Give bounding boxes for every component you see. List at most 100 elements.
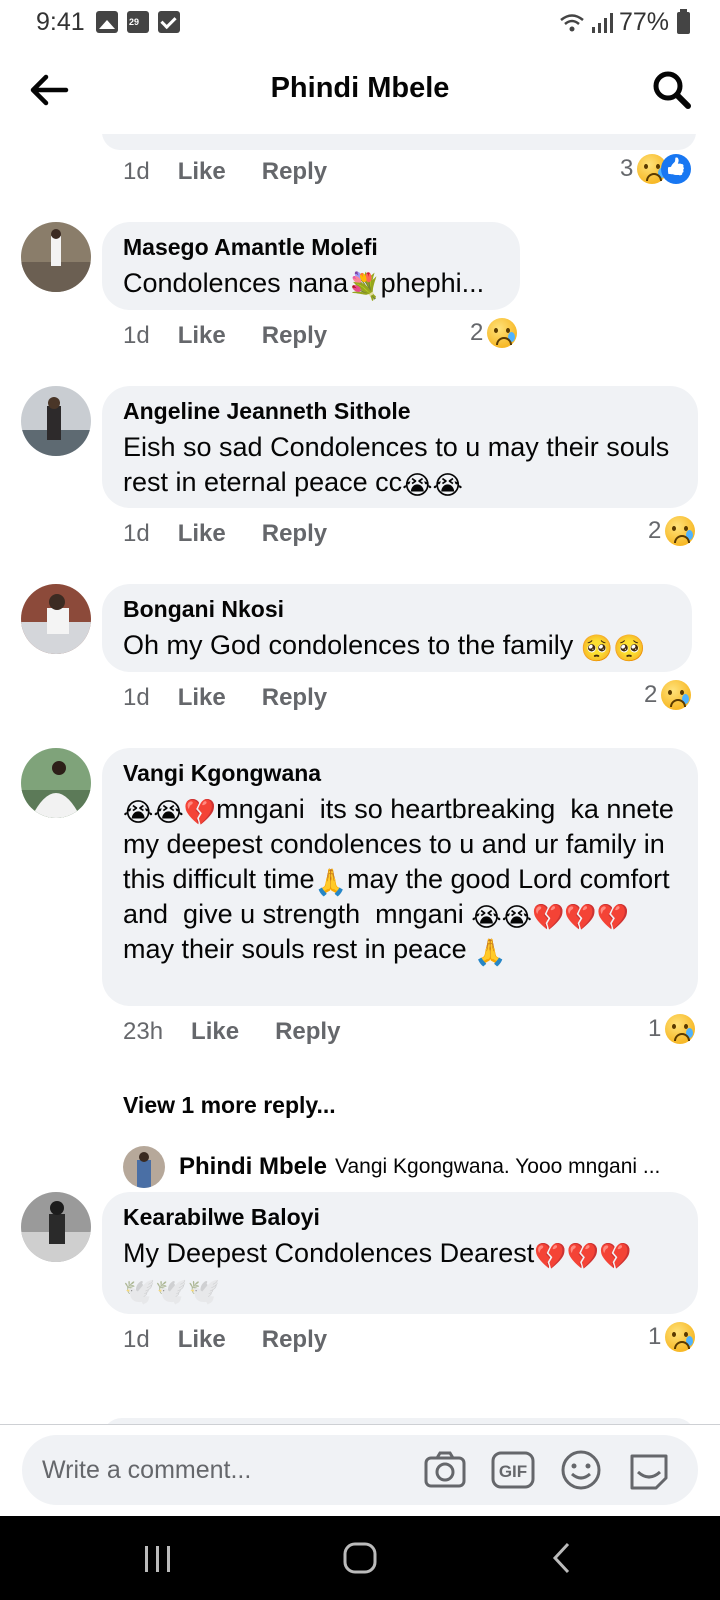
reply-button[interactable]: Reply — [262, 684, 327, 712]
recent-apps-icon — [145, 1546, 170, 1572]
reaction-number: 1 — [648, 1015, 662, 1042]
back-nav-button[interactable] — [540, 1538, 584, 1578]
like-button[interactable]: Like — [191, 1018, 239, 1046]
comment-time: 1d — [123, 322, 150, 349]
comment-bubble — [102, 134, 696, 150]
calendar-icon — [127, 11, 149, 33]
reply-button[interactable]: Reply — [262, 158, 327, 186]
like-button[interactable]: Like — [178, 520, 226, 548]
reaction-count[interactable]: 2 — [648, 516, 696, 546]
camera-icon — [424, 1451, 466, 1488]
reaction-count[interactable]: 2 — [470, 318, 518, 348]
comment-text: Condolences nana💐phephi... — [123, 268, 485, 301]
status-bar: 9:41 77% — [0, 0, 720, 46]
reaction-number: 3 — [620, 155, 634, 182]
smiley-icon — [561, 1450, 601, 1490]
comment-bubble: Vangi Kgongwana 😭😭💔mngani its so heartbr… — [102, 748, 698, 1006]
avatar[interactable] — [21, 222, 91, 292]
checkbox-icon — [158, 11, 180, 33]
reply-text: Vangi Kgongwana. Yooo mngani ... — [335, 1155, 661, 1178]
sad-reaction-icon — [487, 318, 518, 348]
comment-time: 1d — [123, 520, 150, 547]
reaction-count[interactable]: 1 — [648, 1014, 696, 1044]
reply-button[interactable]: Reply — [262, 520, 327, 548]
reaction-count[interactable]: 2 — [644, 680, 692, 710]
comment-actions: 1d Like Reply — [123, 684, 327, 712]
avatar[interactable] — [21, 584, 91, 654]
comment-bubble: Bongani Nkosi Oh my God condolences to t… — [102, 584, 692, 672]
wifi-icon — [560, 13, 584, 31]
comment-time: 1d — [123, 1326, 150, 1353]
like-reaction-icon — [661, 154, 692, 184]
comment-author[interactable]: Masego Amantle Molefi — [123, 234, 500, 260]
sad-reaction-icon — [661, 680, 692, 710]
chevron-left-icon — [552, 1542, 570, 1574]
reaction-number: 2 — [648, 517, 662, 544]
like-button[interactable]: Like — [178, 322, 226, 350]
reply-button[interactable]: Reply — [262, 322, 327, 350]
comment-actions: 1d Like Reply — [123, 322, 327, 350]
comment-text: My Deepest Condolences Dearest💔💔💔 🕊️🕊️🕊️ — [123, 1238, 632, 1306]
comment-author[interactable]: Bongani Nkosi — [123, 596, 672, 622]
svg-text:GIF: GIF — [499, 1462, 527, 1481]
home-button[interactable] — [338, 1538, 382, 1578]
search-icon — [653, 71, 691, 109]
recent-apps-button[interactable] — [136, 1538, 180, 1578]
sticker-button[interactable] — [626, 1448, 672, 1492]
comment-time: 23h — [123, 1018, 164, 1045]
gallery-icon — [96, 11, 118, 33]
comment-text: Oh my God condolences to the family 🥺🥺 — [123, 630, 646, 663]
reaction-count[interactable]: 1 — [648, 1322, 696, 1352]
camera-button[interactable] — [422, 1448, 468, 1492]
battery-icon — [677, 8, 690, 34]
reaction-number: 2 — [644, 681, 658, 708]
reaction-count[interactable]: 3 — [620, 154, 692, 184]
comment-author[interactable]: Kearabilwe Baloyi — [123, 1204, 678, 1230]
reply-button[interactable]: Reply — [262, 1326, 327, 1354]
comment-actions: 1d Like Reply — [123, 1326, 327, 1354]
battery-percent: 77% — [618, 8, 669, 36]
avatar[interactable] — [123, 1146, 165, 1188]
app-header: Phindi Mbele — [0, 46, 720, 134]
gif-button[interactable]: GIF — [490, 1448, 536, 1492]
composer-box: GIF — [22, 1435, 698, 1505]
system-nav-bar — [0, 1516, 720, 1600]
like-button[interactable]: Like — [178, 684, 226, 712]
sad-reaction-icon — [665, 1322, 696, 1352]
reaction-number: 2 — [470, 319, 484, 346]
status-time: 9:41 — [36, 8, 85, 36]
comments-feed[interactable]: 1d Like Reply 3 Masego Amantle Molefi Co… — [0, 134, 720, 1424]
view-more-replies-link[interactable]: View 1 more reply... — [123, 1092, 336, 1119]
page-title: Phindi Mbele — [270, 72, 450, 104]
nested-reply-preview[interactable]: Phindi Mbele Vangi Kgongwana. Yooo mngan… — [123, 1144, 693, 1190]
comment-time: 1d — [123, 158, 150, 185]
comment-author[interactable]: Vangi Kgongwana — [123, 760, 678, 786]
signal-icon — [591, 12, 613, 33]
comment-bubble: Kearabilwe Baloyi My Deepest Condolences… — [102, 1192, 698, 1314]
comment-author[interactable]: Angeline Jeanneth Sithole — [123, 398, 678, 424]
gif-icon: GIF — [491, 1451, 535, 1489]
sad-reaction-icon — [665, 516, 696, 546]
comment-actions: 1d Like Reply — [123, 520, 327, 548]
comment-input[interactable] — [42, 1453, 422, 1487]
avatar[interactable] — [21, 748, 91, 818]
comment-bubble: Masego Amantle Molefi Condolences nana💐p… — [102, 222, 520, 310]
comment-actions: 1d Like Reply — [123, 158, 327, 186]
home-icon — [343, 1542, 377, 1574]
reply-button[interactable]: Reply — [275, 1018, 340, 1046]
comment-text: Eish so sad Condolences to u may their s… — [123, 432, 677, 500]
avatar[interactable] — [21, 386, 91, 456]
comment-text: 😭😭💔mngani its so heartbreaking ka nnete … — [123, 794, 682, 967]
comment-actions: 23h Like Reply — [123, 1018, 340, 1046]
avatar[interactable] — [21, 1192, 91, 1262]
like-button[interactable]: Like — [178, 1326, 226, 1354]
sad-reaction-icon — [665, 1014, 696, 1044]
notification-icons — [96, 11, 180, 33]
comment-composer: GIF — [0, 1424, 720, 1516]
status-right: 77% — [559, 8, 690, 37]
comment-bubble: Angeline Jeanneth Sithole Eish so sad Co… — [102, 386, 698, 508]
comment-time: 1d — [123, 684, 150, 711]
emoji-button[interactable] — [558, 1448, 604, 1492]
like-button[interactable]: Like — [178, 158, 226, 186]
search-button[interactable] — [650, 68, 694, 112]
